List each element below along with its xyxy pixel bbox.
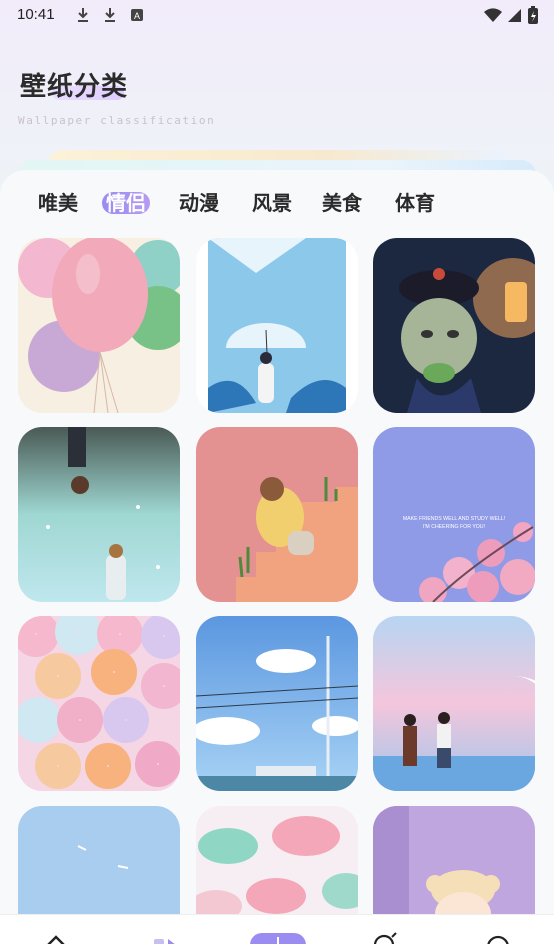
wallpaper-couple-moon[interactable] (373, 616, 535, 791)
battery-icon (528, 6, 538, 28)
category-tabs: 唯美 情侣 动漫 风景 美食 体育 (0, 186, 554, 220)
tab-couple[interactable]: 情侣 (102, 186, 150, 220)
status-time: 10:41 (17, 6, 55, 23)
discover-icon[interactable] (370, 931, 402, 944)
download-icon (76, 7, 90, 27)
wallpaper-power-lines[interactable] (196, 616, 358, 791)
wallpaper-girl-stairs[interactable] (196, 427, 358, 602)
tab-weimei[interactable]: 唯美 (38, 186, 78, 220)
wallpaper-girl-umbrella[interactable] (196, 238, 358, 413)
page-header: 壁纸分类 (20, 66, 128, 103)
svg-text:A: A (134, 11, 140, 21)
wifi-icon (484, 7, 502, 27)
svg-text:MAKE FRIENDS WELL AND STUDY WE: MAKE FRIENDS WELL AND STUDY WELL! (403, 516, 505, 522)
download-icon (103, 7, 117, 27)
bottom-navigation (0, 914, 554, 944)
profile-icon[interactable] (482, 931, 514, 944)
text-icon: A (130, 7, 144, 27)
page-subtitle: Wallpaper classification (18, 114, 216, 127)
home-icon[interactable] (40, 931, 72, 944)
wallpaper-cartoon-figure[interactable] (373, 238, 535, 413)
wallpaper-cherry-blossom[interactable]: MAKE FRIENDS WELL AND STUDY WELL! I'M CH… (373, 427, 535, 602)
wallpaper-donuts[interactable] (18, 616, 180, 791)
signal-icon (508, 7, 522, 27)
page-title: 壁纸分类 (20, 72, 129, 102)
wallpaper-balloons[interactable] (18, 238, 180, 413)
tab-food[interactable]: 美食 (322, 186, 362, 220)
wallpaper-sky-dream[interactable] (18, 427, 180, 602)
add-icon[interactable] (250, 931, 306, 944)
status-right (484, 6, 538, 28)
status-bar: 10:41 A (0, 0, 554, 32)
tab-scenery[interactable]: 风景 (252, 186, 292, 220)
tab-anime[interactable]: 动漫 (179, 186, 219, 220)
svg-text:I'M CHEERING FOR YOU!: I'M CHEERING FOR YOU! (423, 524, 485, 530)
tab-sports[interactable]: 体育 (395, 186, 435, 220)
category-icon[interactable] (150, 931, 182, 944)
